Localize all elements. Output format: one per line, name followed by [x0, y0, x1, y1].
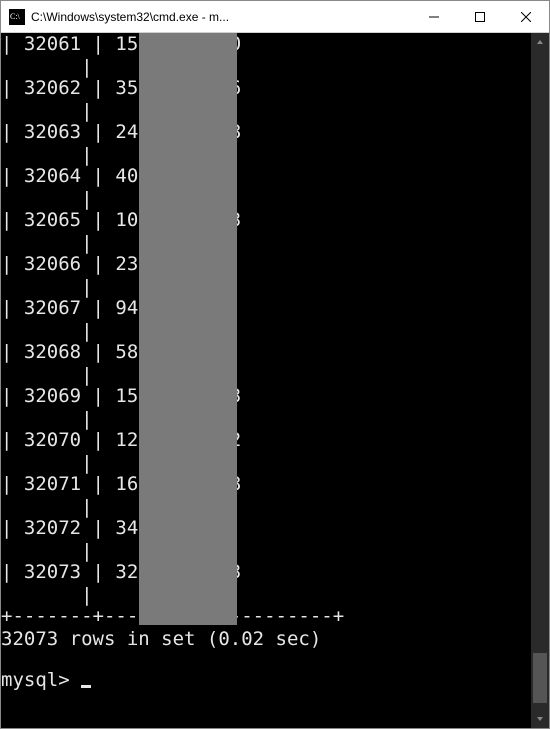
row-divider: | — [1, 322, 531, 343]
window-title: C:\Windows\system32\cmd.exe - m... — [31, 10, 411, 24]
table-row: | 32068 | 583 995 — [1, 343, 531, 366]
table-row: | 32063 | 243 1348 — [1, 123, 531, 146]
maximize-button[interactable] — [457, 1, 503, 32]
window-titlebar: C:\ C:\Windows\system32\cmd.exe - m... — [1, 1, 549, 33]
svg-text:C:\: C:\ — [10, 12, 21, 21]
cmd-icon: C:\ — [9, 9, 25, 25]
table-border: +-------+--------------------+ — [1, 607, 531, 630]
row-divider: | — [1, 498, 531, 519]
row-divider: | — [1, 586, 531, 607]
table-row: | 32064 | 409 995 — [1, 167, 531, 190]
row-divider: | — [1, 366, 531, 387]
table-row: | 32061 | 151 9080 — [1, 35, 531, 58]
table-row: | 32071 | 166 9408 — [1, 475, 531, 498]
close-button[interactable] — [503, 1, 549, 32]
table-row: | 32062 | 352 0016 — [1, 79, 531, 102]
table-row: | 32072 | 348 693 — [1, 519, 531, 542]
row-divider: | — [1, 58, 531, 79]
scroll-down-arrow[interactable] — [531, 710, 549, 728]
row-divider: | — [1, 190, 531, 211]
row-divider: | — [1, 278, 531, 299]
result-summary: 32073 rows in set (0.02 sec) — [1, 630, 531, 653]
row-divider: | — [1, 454, 531, 475]
mysql-prompt[interactable]: mysql> — [1, 671, 531, 694]
window-controls — [411, 1, 549, 32]
table-row: | 32070 | 124 6382 — [1, 431, 531, 454]
row-divider: | — [1, 234, 531, 255]
row-divider: | — [1, 542, 531, 563]
table-row: | 32066 | 236 041 — [1, 255, 531, 278]
table-row: | 32069 | 153 0123 — [1, 387, 531, 410]
row-divider: | — [1, 146, 531, 167]
redaction-block — [139, 33, 237, 625]
scroll-up-arrow[interactable] — [531, 33, 549, 51]
terminal-area: | 32061 | 151 9080 || 32062 | 352 0016 |… — [1, 33, 549, 728]
table-row: | 32067 | 945 59 — [1, 299, 531, 322]
minimize-button[interactable] — [411, 1, 457, 32]
row-divider: | — [1, 410, 531, 431]
terminal-output[interactable]: | 32061 | 151 9080 || 32062 | 352 0016 |… — [1, 33, 531, 728]
table-row: | 32073 | 323 2073 — [1, 563, 531, 586]
vertical-scrollbar[interactable] — [531, 33, 549, 728]
scrollbar-thumb[interactable] — [533, 653, 547, 703]
cursor — [81, 685, 91, 688]
table-row: | 32065 | 109 3523 — [1, 211, 531, 234]
row-divider: | — [1, 102, 531, 123]
